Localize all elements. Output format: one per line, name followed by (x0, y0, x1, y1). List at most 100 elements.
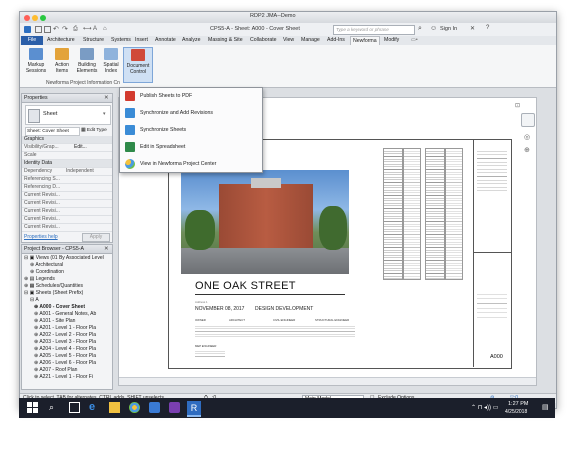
tree-item[interactable]: ⊕ A221 - Level 1 - Floor Fi (34, 374, 93, 381)
type-selector[interactable]: Sheet ▾ (25, 105, 111, 125)
text-icon[interactable]: A (93, 26, 100, 33)
revit-logo-icon[interactable] (24, 26, 31, 33)
sign-in-link[interactable]: Sign In (440, 26, 457, 32)
menu-item-sync-sheets[interactable]: Synchronize Sheets (120, 122, 262, 138)
view-cube-icon[interactable] (521, 113, 535, 127)
tree-item[interactable]: ⊟ ▣ Views (01 By Associated Level (24, 255, 104, 262)
property-row[interactable]: Current Revisi... (22, 200, 112, 208)
tab-massing-site[interactable]: Massing & Site (208, 36, 243, 45)
3d-view-icon[interactable]: ⌂ (103, 26, 110, 33)
navigation-wheel-icon[interactable]: ◎ (524, 133, 530, 141)
edit-type-button[interactable]: ▦ Edit Type (81, 127, 107, 134)
tree-item[interactable]: ⊟ ▣ Sheets (Sheet Prefix) (24, 290, 83, 297)
property-row[interactable]: Referencing D... (22, 184, 112, 192)
tree-item[interactable]: ⊕ A207 - Roof Plan (34, 367, 77, 374)
tab-systems[interactable]: Systems (111, 36, 131, 45)
tab-collaborate[interactable]: Collaborate (250, 36, 277, 45)
type-dropdown-icon[interactable]: ▾ (103, 111, 106, 117)
document-title: CPS5-A - Sheet: A000 - Cover Sheet (210, 26, 300, 32)
properties-help-link[interactable]: Properties help (24, 234, 58, 240)
close-window-button[interactable] (24, 15, 30, 21)
menu-item-sync-add-revisions[interactable]: Synchronize and Add Revisions (120, 105, 262, 121)
tree-item[interactable]: ⊕ A205 - Level 5 - Floor Pla (34, 353, 96, 360)
tab-file[interactable]: File (21, 36, 43, 45)
close-browser-icon[interactable]: ✕ (104, 245, 109, 253)
tree-item[interactable]: ⊕ ▦ Schedules/Quantities (24, 283, 83, 290)
graphics-section[interactable]: Graphics (22, 136, 112, 144)
tree-item[interactable]: ⊕ A001 - General Notes, Ab (34, 311, 96, 318)
tree-item[interactable]: ⊕ A201 - Level 1 - Floor Pla (34, 325, 96, 332)
open-icon[interactable] (35, 26, 42, 33)
tab-view[interactable]: View (283, 36, 294, 45)
minimize-window-button[interactable] (32, 15, 38, 21)
measure-icon[interactable]: ⟷ (83, 26, 92, 33)
property-row[interactable]: Scale (22, 152, 112, 160)
property-row[interactable]: Visibility/Grap... Edit... (22, 144, 112, 152)
tree-item[interactable]: ⊟ A (30, 297, 39, 304)
tree-item[interactable]: ⊕ ▤ Legends (24, 276, 55, 283)
tree-item[interactable]: ⊕ A204 - Level 4 - Floor Pla (34, 346, 96, 353)
property-row[interactable]: Current Revisi... (22, 208, 112, 216)
tree-item[interactable]: ⊕ A206 - Level 6 - Floor Pla (34, 360, 96, 367)
tab-analyze[interactable]: Analyze (182, 36, 200, 45)
tree-item-selected[interactable]: ⊕ A000 - Cover Sheet (34, 304, 85, 311)
action-items-button[interactable]: Action Items (50, 47, 74, 81)
tab-architecture[interactable]: Architecture (47, 36, 75, 45)
outlook-icon[interactable] (149, 402, 160, 413)
tab-manage[interactable]: Manage (301, 36, 320, 45)
view-horizontal-scrollbar[interactable] (119, 377, 536, 385)
tree-item[interactable]: ⊕ A101 - Site Plan (34, 318, 75, 325)
menu-item-edit-spreadsheet[interactable]: Edit in Spreadsheet (120, 139, 262, 155)
tab-insert[interactable]: Insert (135, 36, 148, 45)
menu-item-publish-pdf[interactable]: Publish Sheets to PDF (120, 88, 262, 104)
instance-selector[interactable]: Sheet: Cover Sheet (25, 127, 80, 136)
close-view-icon[interactable]: ⊡ (515, 102, 520, 109)
tray-icons[interactable]: ⌃ ⊓ ◂)) ▭ (471, 404, 498, 411)
newforma-taskbar-icon[interactable] (129, 402, 140, 413)
tree-item[interactable]: ⊕ Architectural (30, 262, 63, 269)
print-icon[interactable]: ⎙ (73, 26, 80, 33)
undo-icon[interactable]: ↶ (53, 26, 60, 33)
apply-button[interactable]: Apply (82, 233, 110, 242)
notifications-icon[interactable]: ▤ (542, 403, 549, 411)
ribbon-options-icon[interactable]: ▭• (411, 36, 418, 45)
task-view-icon[interactable] (69, 402, 80, 413)
markup-sessions-button[interactable]: Markup Sessions (24, 47, 48, 81)
tree-item[interactable]: ⊕ Coordination (30, 269, 64, 276)
windows-start-icon[interactable] (27, 402, 38, 413)
binoculars-icon[interactable]: ⌕ (418, 25, 422, 33)
user-icon[interactable]: ☺ (430, 25, 437, 33)
close-properties-icon[interactable]: ✕ (104, 94, 109, 102)
tab-add-ins[interactable]: Add-Ins (327, 36, 345, 45)
tree-item[interactable]: ⊕ A202 - Level 2 - Floor Pla (34, 332, 96, 339)
save-icon[interactable] (44, 26, 51, 33)
zoom-icon[interactable]: ⊕ (524, 146, 530, 154)
property-row[interactable]: Current Revisi... (22, 192, 112, 200)
tree-item[interactable]: ⊕ A203 - Level 3 - Floor Pla (34, 339, 96, 346)
help-icon[interactable]: ? (486, 25, 489, 31)
building-elements-button[interactable]: Building Elements (75, 47, 99, 81)
tab-annotate[interactable]: Annotate (155, 36, 176, 45)
file-explorer-icon[interactable] (109, 402, 120, 413)
tab-modify[interactable]: Modify (384, 36, 399, 45)
search-field[interactable]: Type a keyword or phrase (333, 25, 415, 35)
maximize-window-button[interactable] (40, 15, 46, 21)
search-taskbar-icon[interactable]: ⌕ (49, 402, 60, 413)
document-control-button[interactable]: Document Control (123, 47, 153, 83)
menu-item-view-project-center[interactable]: View in Newforma Project Center (120, 156, 262, 172)
markup-sessions-label: Markup Sessions (25, 62, 47, 74)
property-value[interactable]: Edit... (74, 144, 87, 151)
property-row[interactable]: Current Revisi... (22, 224, 112, 232)
edge-browser-icon[interactable]: e (89, 402, 100, 413)
tab-structure[interactable]: Structure (83, 36, 104, 45)
property-row[interactable]: Referencing S... (22, 176, 112, 184)
revit-taskbar-icon[interactable]: R (187, 401, 201, 417)
redo-icon[interactable]: ↷ (62, 26, 69, 33)
exchange-icon[interactable]: ✕ (470, 25, 475, 32)
spatial-index-button[interactable]: Spatial Index (99, 47, 123, 81)
property-row[interactable]: Dependency Independent (22, 168, 112, 176)
property-key: Current Revisi... (24, 216, 60, 222)
identity-data-section[interactable]: Identity Data (22, 160, 112, 168)
onenote-icon[interactable] (169, 402, 180, 413)
property-row[interactable]: Current Revisi... (22, 216, 112, 224)
